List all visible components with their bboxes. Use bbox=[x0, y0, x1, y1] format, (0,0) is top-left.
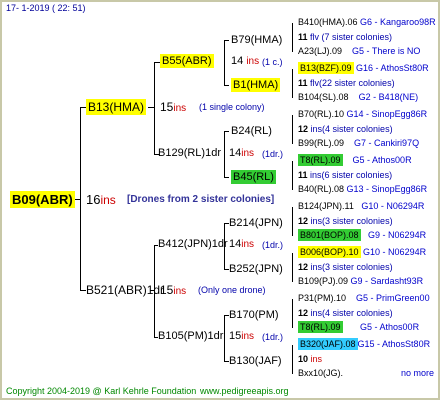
g3-colony[interactable]: B79(HMA) bbox=[231, 35, 282, 46]
g2-count: 14ins bbox=[229, 147, 255, 159]
g4-bottom-note: no more bbox=[401, 368, 435, 378]
g4-count: 12 ins(3 sister colonies) bbox=[298, 262, 393, 272]
date-header: 17- 1-2019 ( 22: 51) bbox=[6, 3, 86, 13]
g3-colony[interactable]: B252(JPN) bbox=[229, 264, 283, 275]
connector bbox=[292, 207, 293, 236]
g2-colony[interactable]: B129(RL)1dr bbox=[158, 148, 221, 159]
g3-colony[interactable]: B45(RL) bbox=[231, 170, 276, 184]
g1-note: (Only one drone) bbox=[198, 285, 266, 295]
g2-colony[interactable]: B105(PM)1dr bbox=[158, 331, 223, 342]
g4-count: 11 flv (7 sister colonies) bbox=[298, 32, 393, 42]
connector bbox=[224, 131, 225, 177]
g4-count: 11 ins(6 sister colonies) bbox=[298, 170, 393, 180]
connector bbox=[154, 62, 155, 154]
connector bbox=[224, 40, 229, 41]
root-colony[interactable]: B09(ABR) bbox=[10, 191, 75, 208]
g4-count: 11 flv(22 sister colonies) bbox=[298, 78, 395, 88]
g4-bottom[interactable]: B99(RL).09 G7 - Cankiri97Q bbox=[298, 139, 419, 148]
g3-colony[interactable]: B1(HMA) bbox=[231, 78, 281, 92]
root-note: [Drones from 2 sister colonies] bbox=[127, 194, 275, 205]
g1-count: 15ins bbox=[160, 100, 187, 114]
connector bbox=[292, 69, 293, 98]
connector bbox=[292, 299, 293, 328]
g4-top[interactable]: T8(RL).09 G5 - Athos00R bbox=[298, 154, 412, 166]
g4-top[interactable]: B70(RL).10 G14 - SinopEgg86R bbox=[298, 110, 427, 119]
g3-colony[interactable]: B214(JPN) bbox=[229, 218, 283, 229]
root-count: 16ins bbox=[86, 192, 116, 207]
copyright-footer: Copyright 2004-2019 @ Karl Kehrle Founda… bbox=[6, 386, 197, 396]
g1-count: 15ins bbox=[160, 283, 187, 297]
connector bbox=[292, 161, 293, 190]
connector bbox=[292, 115, 293, 144]
g4-bottom[interactable]: T8(RL).09 G5 - Athos00R bbox=[298, 321, 419, 333]
g4-bottom[interactable]: A23(LJ).09 G5 - There is NO bbox=[298, 47, 420, 56]
g4-count: 12 ins(4 sister colonies) bbox=[298, 124, 393, 134]
g4-top[interactable]: B006(BOP).10 G10 - N06294R bbox=[298, 246, 426, 258]
g4-bottom[interactable]: B801(BOP).08 G9 - N06294R bbox=[298, 229, 426, 241]
g3-colony[interactable]: B170(PM) bbox=[229, 310, 279, 321]
g2-colony[interactable]: B412(JPN)1dr bbox=[158, 239, 228, 250]
g3-colony[interactable]: B24(RL) bbox=[231, 126, 272, 137]
g2-note: (1 c.) bbox=[262, 57, 283, 67]
g1-note: (1 single colony) bbox=[199, 102, 265, 112]
g3-colony[interactable]: B130(JAF) bbox=[229, 356, 282, 367]
connector bbox=[224, 40, 225, 85]
g1-colony[interactable]: B13(HMA) bbox=[86, 99, 147, 115]
connector bbox=[292, 253, 293, 282]
g4-count: 12 ins(4 sister colonies) bbox=[298, 308, 393, 318]
g2-count: 14ins bbox=[229, 238, 255, 250]
g2-note: (1dr.) bbox=[262, 332, 284, 342]
g4-top[interactable]: B410(HMA).06 G6 - Kangaroo98R bbox=[298, 18, 436, 27]
g4-count: 12 ins(3 sister colonies) bbox=[298, 216, 393, 226]
g4-top[interactable]: P31(PM).10 G5 - PrimGreen00 bbox=[298, 294, 430, 303]
g4-top[interactable]: B320(JAF).08 G15 - AthosSt80R bbox=[298, 338, 430, 350]
g2-colony[interactable]: B55(ABR) bbox=[160, 54, 214, 68]
g1-colony[interactable]: B521(ABR)1dr bbox=[86, 284, 164, 296]
connector bbox=[224, 177, 229, 178]
connector bbox=[224, 315, 225, 361]
site-footer[interactable]: www.pedigreeapis.org bbox=[200, 387, 289, 396]
g2-count: 14 ins bbox=[231, 55, 260, 67]
g2-count: 15ins bbox=[229, 330, 255, 342]
g2-note: (1dr.) bbox=[262, 149, 284, 159]
connector bbox=[224, 131, 229, 132]
connector bbox=[292, 23, 293, 52]
g4-bottom[interactable]: B104(SL).08 G2 - B418(NE) bbox=[298, 93, 418, 102]
g2-note: (1dr.) bbox=[262, 240, 284, 250]
g4-count: 10 ins bbox=[298, 354, 323, 364]
g4-top[interactable]: B13(BZF).09 G16 - AthosSt80R bbox=[298, 62, 429, 74]
connector bbox=[224, 85, 229, 86]
g4-bottom[interactable]: B40(RL).08 G13 - SinopEgg86R bbox=[298, 185, 427, 194]
g4-top[interactable]: B124(JPN).11 G10 - N06294R bbox=[298, 202, 424, 211]
connector bbox=[80, 107, 81, 291]
g4-bottom[interactable]: B109(PJ).09 G9 - Sardasht93R bbox=[298, 277, 423, 286]
connector bbox=[292, 345, 293, 374]
g4-bottom[interactable]: Bxx10(JG). bbox=[298, 369, 343, 378]
